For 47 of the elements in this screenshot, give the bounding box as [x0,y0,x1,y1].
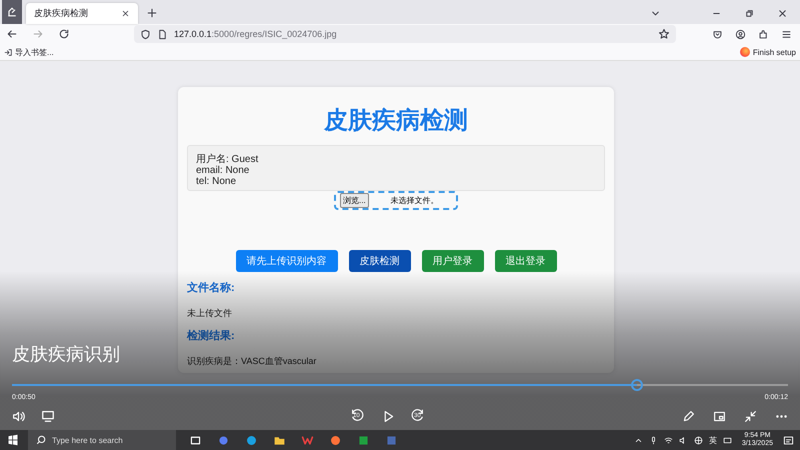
shield-icon [140,28,151,40]
pocket-icon[interactable] [712,28,723,40]
video-title: 皮肤疾病识别 [12,343,120,366]
finish-setup-button[interactable]: Finish setup [740,47,796,57]
browse-button[interactable]: 浏览... [340,193,369,208]
user-info-line: tel: None [196,176,238,187]
reload-icon[interactable] [58,28,70,40]
taskbar-search-field[interactable]: Type here to search [28,430,176,450]
file-input[interactable]: 浏览... 未选择文件。 [334,191,458,210]
browser-tab[interactable]: 皮肤疾病检测 [26,3,138,24]
address-bar[interactable]: 127.0.0.1:5000/regres/ISIC_0024706.jpg [134,25,676,43]
page-title: 皮肤疾病检测 [324,107,468,135]
user-info-line: email: None [196,165,250,176]
app-menu-icon[interactable] [2,0,22,24]
action-button[interactable]: 退出登录 [494,250,556,272]
section-text: 识别疾病是：VASC血管vascular [187,355,318,367]
bookmark-link[interactable]: 导入书签... [15,46,54,58]
account-icon[interactable] [735,28,746,40]
section-text: 未上传文件 [187,307,233,319]
section-heading: 文件名称: [187,281,236,295]
pen-icon[interactable] [682,410,695,422]
section-heading: 检测结果: [187,329,236,343]
volume-icon[interactable] [12,410,25,422]
close-icon[interactable] [121,9,130,18]
import-icon [4,48,13,56]
collapse-icon[interactable] [744,410,757,422]
captions-icon[interactable] [41,409,55,423]
star-icon[interactable] [658,28,670,40]
action-button[interactable]: 皮肤检测 [348,250,410,272]
close-icon[interactable] [777,8,788,19]
search-icon [36,435,46,445]
puzzle-icon[interactable] [758,28,769,40]
page-icon [157,28,168,40]
forward-icon [32,28,44,40]
user-info-line: 用户名: Guest [196,154,260,165]
new-tab-icon[interactable] [146,7,158,19]
file-status: 未选择文件。 [390,195,439,206]
browser-logo-icon [740,47,750,57]
back-icon[interactable] [6,28,18,40]
action-button[interactable]: 请先上传识别内容 [236,250,338,272]
input-method-indicator[interactable]: 英 [708,434,717,446]
action-button[interactable]: 用户登录 [422,250,484,272]
restore-icon[interactable] [744,8,755,19]
seek-thumb[interactable] [630,379,643,391]
picture-in-picture-icon[interactable] [713,410,726,422]
menu-icon[interactable] [781,28,792,40]
play-icon[interactable] [382,410,395,422]
